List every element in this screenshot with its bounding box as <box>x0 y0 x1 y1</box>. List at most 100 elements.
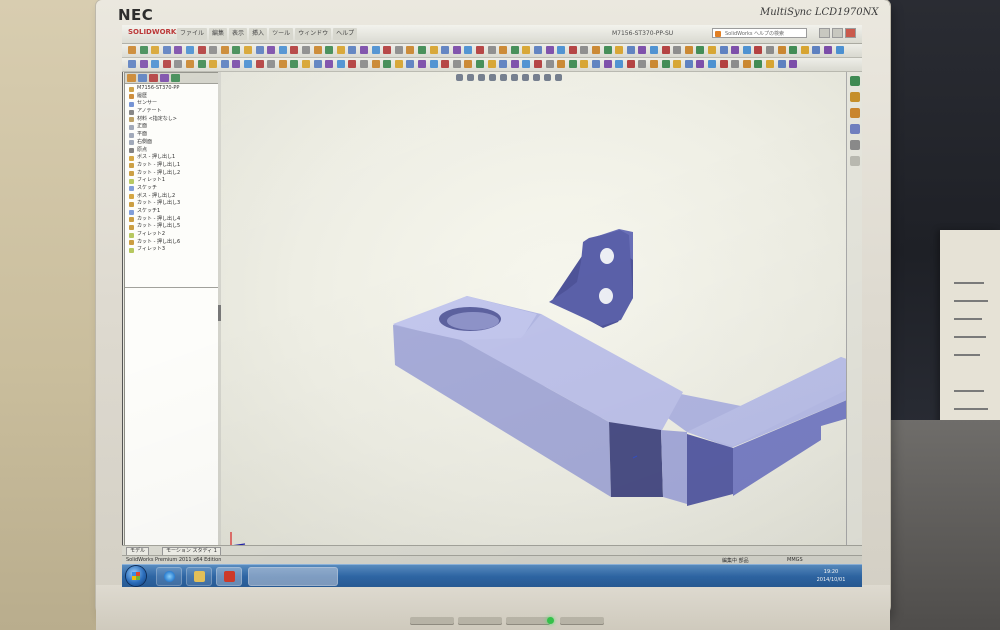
toolbar-command-icon[interactable] <box>557 60 566 68</box>
custom-properties-icon[interactable] <box>850 156 860 166</box>
toolbar-command-icon[interactable] <box>580 46 589 54</box>
toolbar-command-icon[interactable] <box>615 46 624 54</box>
toolbar-command-icon[interactable] <box>499 60 508 68</box>
appearances-icon[interactable] <box>850 140 860 150</box>
toolbar-command-icon[interactable] <box>186 60 194 68</box>
toolbar-command-icon[interactable] <box>742 60 751 68</box>
toolbar-command-icon[interactable] <box>197 60 206 68</box>
tree-item[interactable]: 履歴 <box>127 93 217 101</box>
toolbar-command-icon[interactable] <box>162 60 171 68</box>
toolbar-command-icon[interactable] <box>418 60 426 68</box>
toolbar-command-icon[interactable] <box>557 46 566 54</box>
toolbar-command-icon[interactable] <box>522 46 531 54</box>
toolbar-command-icon[interactable] <box>360 46 368 54</box>
toolbar-command-icon[interactable] <box>673 60 682 68</box>
tree-item[interactable]: カット - 押し出し6 <box>127 239 217 247</box>
toolbar-command-icon[interactable] <box>684 60 693 68</box>
toolbar-command-icon[interactable] <box>197 46 206 54</box>
tree-item[interactable]: 平面 <box>127 131 217 139</box>
menu-view[interactable]: 表示 <box>229 28 248 40</box>
toolbar-command-icon[interactable] <box>731 60 740 68</box>
toolbar-command-icon[interactable] <box>696 46 705 54</box>
part-model-3d[interactable] <box>221 72 846 562</box>
maximize-icon[interactable] <box>832 28 843 38</box>
toolbar-command-icon[interactable] <box>545 46 554 54</box>
toolbar-command-icon[interactable] <box>754 60 763 68</box>
toolbar-command-icon[interactable] <box>162 46 171 54</box>
toolbar-command-icon[interactable] <box>522 60 531 68</box>
toolbar-command-icon[interactable] <box>371 46 380 54</box>
toolbar-command-icon[interactable] <box>325 46 334 54</box>
toolbar-command-icon[interactable] <box>302 60 310 68</box>
view-palette-icon[interactable] <box>850 124 860 134</box>
tree-item[interactable]: フィレット3 <box>127 246 217 254</box>
toolbar-command-icon[interactable] <box>255 46 264 54</box>
toolbar-command-icon[interactable] <box>383 46 392 54</box>
tree-item[interactable]: 正面 <box>127 123 217 131</box>
toolbar-command-icon[interactable] <box>626 46 635 54</box>
toolbar-command-icon[interactable] <box>777 60 786 68</box>
toolbar-command-icon[interactable] <box>731 46 740 54</box>
toolbar-command-icon[interactable] <box>441 60 450 68</box>
monitor-button-plus[interactable] <box>506 617 550 625</box>
toolbar-command-icon[interactable] <box>638 60 647 68</box>
toolbar-command-icon[interactable] <box>267 46 276 54</box>
tree-item[interactable]: スケッチ1 <box>127 208 217 216</box>
tree-item[interactable]: カット - 押し出し1 <box>127 162 217 170</box>
display-tab-icon[interactable] <box>171 74 180 82</box>
tray-clock[interactable]: 19:20 2014/10/01 <box>806 568 856 584</box>
toolbar-command-icon[interactable] <box>499 46 508 54</box>
toolbar-command-icon[interactable] <box>824 46 832 54</box>
toolbar-command-icon[interactable] <box>244 46 252 54</box>
menu-file[interactable]: ファイル <box>177 28 208 40</box>
windows-start-icon[interactable] <box>126 566 146 586</box>
toolbar-command-icon[interactable] <box>545 60 554 68</box>
tree-item[interactable]: カット - 押し出し5 <box>127 223 217 231</box>
toolbar-command-icon[interactable] <box>290 60 299 68</box>
tree-item[interactable]: フィレット1 <box>127 177 217 185</box>
taskbar-solidworks[interactable] <box>216 567 242 586</box>
file-explorer-icon[interactable] <box>850 108 860 118</box>
toolbar-command-icon[interactable] <box>336 46 345 54</box>
toolbar-command-icon[interactable] <box>742 46 751 54</box>
menu-window[interactable]: ウィンドウ <box>295 28 332 40</box>
toolbar-command-icon[interactable] <box>835 46 844 54</box>
tree-item[interactable]: センサー <box>127 100 217 108</box>
toolbar-command-icon[interactable] <box>220 60 229 68</box>
toolbar-command-icon[interactable] <box>696 60 705 68</box>
toolbar-command-icon[interactable] <box>661 46 670 54</box>
monitor-button-input[interactable] <box>410 617 454 625</box>
menu-tools[interactable]: ツール <box>269 28 294 40</box>
toolbar-command-icon[interactable] <box>278 60 287 68</box>
toolbar-command-icon[interactable] <box>510 60 519 68</box>
toolbar-command-icon[interactable] <box>673 46 682 54</box>
toolbar-command-icon[interactable] <box>174 46 183 54</box>
toolbar-command-icon[interactable] <box>174 60 183 68</box>
toolbar-command-icon[interactable] <box>151 46 160 54</box>
toolbar-command-icon[interactable] <box>371 60 380 68</box>
menu-edit[interactable]: 編集 <box>209 28 228 40</box>
toolbar-command-icon[interactable] <box>487 46 496 54</box>
toolbar-command-icon[interactable] <box>394 60 403 68</box>
toolbar-command-icon[interactable] <box>139 60 148 68</box>
toolbar-command-icon[interactable] <box>452 60 461 68</box>
toolbar-command-icon[interactable] <box>406 60 415 68</box>
toolbar-command-icon[interactable] <box>766 60 774 68</box>
taskbar-ie[interactable] <box>156 567 182 586</box>
tree-item[interactable]: 材料 <指定なし> <box>127 116 217 124</box>
tree-item[interactable]: フィレット2 <box>127 231 217 239</box>
toolbar-command-icon[interactable] <box>603 46 612 54</box>
toolbar-command-icon[interactable] <box>476 60 484 68</box>
help-search-input[interactable]: SolidWorks ヘルプの検索 <box>712 28 807 38</box>
toolbar-command-icon[interactable] <box>476 46 484 54</box>
toolbar-command-icon[interactable] <box>789 60 798 68</box>
toolbar-command-icon[interactable] <box>592 60 600 68</box>
tree-item[interactable]: カット - 押し出し3 <box>127 200 217 208</box>
tree-part-root[interactable]: M7156-ST370-PP <box>127 85 217 93</box>
toolbar-command-icon[interactable] <box>325 60 334 68</box>
toolbar-command-icon[interactable] <box>812 46 821 54</box>
toolbar-command-icon[interactable] <box>139 46 148 54</box>
toolbar-command-icon[interactable] <box>128 60 136 68</box>
toolbar-command-icon[interactable] <box>708 60 716 68</box>
property-tab-icon[interactable] <box>138 74 147 82</box>
